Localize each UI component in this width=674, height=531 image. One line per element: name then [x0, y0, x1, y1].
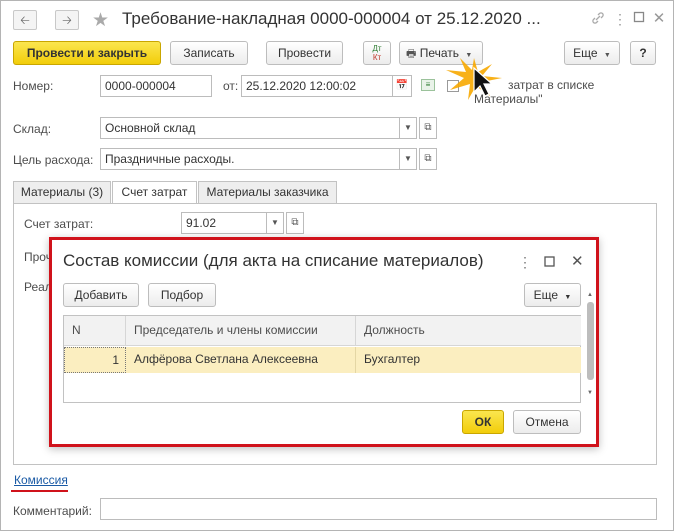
column-header-position[interactable]: Должность — [356, 316, 581, 346]
tab-cost-account[interactable]: Счет затрат — [112, 181, 197, 205]
cancel-button[interactable]: Отмена — [513, 410, 581, 434]
commission-underline-highlight — [11, 490, 68, 492]
title-bar: 🡠 🡢 ★ Требование-накладная 0000-000004 о… — [1, 1, 673, 37]
calendar-icon: 📅 — [395, 80, 409, 91]
dialog-more-label: Еще — [533, 288, 559, 302]
arrow-right-icon: 🡢 — [62, 13, 72, 27]
maximize-icon[interactable] — [631, 11, 647, 27]
number-field[interactable]: 0000-000004 — [100, 75, 212, 97]
chevron-down-icon: ▼ — [603, 52, 611, 59]
account-field[interactable]: 91.02 — [181, 212, 267, 234]
date-label: от: — [223, 79, 239, 93]
help-button[interactable]: ? — [630, 41, 656, 65]
post-button[interactable]: Провести — [266, 41, 343, 65]
commission-link[interactable]: Комиссия — [14, 473, 68, 487]
ok-button[interactable]: ОК — [462, 410, 504, 434]
date-field[interactable]: 25.12.2020 12:00:02 — [241, 75, 393, 97]
dialog-more-button[interactable]: Еще ▼ — [524, 283, 581, 307]
purpose-field[interactable]: Праздничные расходы. — [100, 148, 400, 170]
open-icon: ⧉ — [424, 122, 432, 133]
post-and-close-button[interactable]: Провести и закрыть — [13, 41, 161, 65]
more-label: Еще — [573, 46, 598, 60]
arrow-left-icon: 🡠 — [20, 13, 30, 27]
more-vertical-icon[interactable]: ⋮ — [612, 11, 628, 27]
real-label: Реал — [24, 280, 52, 294]
tab-materials[interactable]: Материалы (3) — [13, 181, 111, 204]
other-label: Проч — [24, 250, 52, 264]
account-open-button[interactable]: ⧉ — [286, 212, 304, 234]
purpose-open-button[interactable]: ⧉ — [419, 148, 437, 170]
click-burst-icon — [444, 56, 504, 101]
warehouse-open-button[interactable]: ⧉ — [419, 117, 437, 139]
more-vertical-icon[interactable]: ⋮ — [518, 254, 532, 271]
back-button[interactable]: 🡠 — [13, 10, 37, 30]
calendar-button[interactable]: 📅 — [392, 75, 412, 97]
dialog-title: Состав комиссии (для акта на списание ма… — [63, 251, 484, 270]
checkbox-label-line1: затрат в списке — [508, 78, 595, 92]
chevron-down-icon: ▼ — [404, 123, 412, 132]
purpose-dropdown-button[interactable]: ▼ — [399, 148, 417, 170]
comment-label: Комментарий: — [13, 504, 92, 518]
commission-dialog: Состав комиссии (для акта на списание ма… — [49, 237, 599, 447]
select-button[interactable]: Подбор — [148, 283, 216, 307]
maximize-icon[interactable] — [544, 256, 555, 270]
scrollbar-thumb[interactable] — [587, 302, 594, 380]
column-header-n[interactable]: N — [64, 316, 126, 346]
document-flow-icon[interactable]: ≡ — [421, 79, 435, 91]
table-row-position-cell[interactable]: Бухгалтер — [356, 347, 581, 373]
dt-kt-button[interactable]: Дт Кт — [363, 41, 391, 65]
close-icon[interactable]: ✕ — [651, 11, 667, 27]
link-icon[interactable] — [590, 11, 606, 27]
printer-icon: 🖶 — [406, 48, 417, 60]
column-header-members[interactable]: Председатель и члены комиссии — [126, 316, 356, 346]
star-icon[interactable]: ★ — [92, 9, 109, 32]
account-label: Счет затрат: — [24, 217, 94, 231]
chevron-down-icon: ▼ — [271, 218, 279, 227]
commission-table: N Председатель и члены комиссии Должност… — [63, 315, 581, 403]
close-icon[interactable]: ✕ — [571, 252, 584, 270]
account-dropdown-button[interactable]: ▼ — [266, 212, 284, 234]
scroll-down-icon[interactable]: ▼ — [587, 390, 593, 396]
chevron-down-icon: ▼ — [564, 294, 572, 301]
add-button[interactable]: Добавить — [63, 283, 139, 307]
purpose-label: Цель расхода: — [13, 153, 94, 167]
open-icon: ⧉ — [424, 153, 432, 164]
warehouse-field[interactable]: Основной склад — [100, 117, 400, 139]
warehouse-label: Склад: — [13, 122, 52, 136]
dt-kt-icon: Дт Кт — [372, 44, 382, 62]
window-title: Требование-накладная 0000-000004 от 25.1… — [122, 9, 541, 28]
tab-customer-materials[interactable]: Материалы заказчика — [198, 181, 337, 204]
more-button[interactable]: Еще ▼ — [564, 41, 620, 65]
forward-button[interactable]: 🡢 — [55, 10, 79, 30]
table-row-n-cell[interactable]: 1 — [64, 347, 126, 373]
open-icon: ⧉ — [291, 217, 299, 228]
scrollbar[interactable]: ▲ ▼ — [587, 292, 595, 402]
scroll-up-icon[interactable]: ▲ — [587, 292, 593, 298]
table-row-name-cell[interactable]: Алфёрова Светлана Алексеевна — [126, 347, 356, 373]
comment-field[interactable] — [100, 498, 657, 520]
save-button[interactable]: Записать — [170, 41, 248, 65]
chevron-down-icon: ▼ — [404, 154, 412, 163]
warehouse-dropdown-button[interactable]: ▼ — [399, 117, 417, 139]
number-label: Номер: — [13, 79, 54, 93]
